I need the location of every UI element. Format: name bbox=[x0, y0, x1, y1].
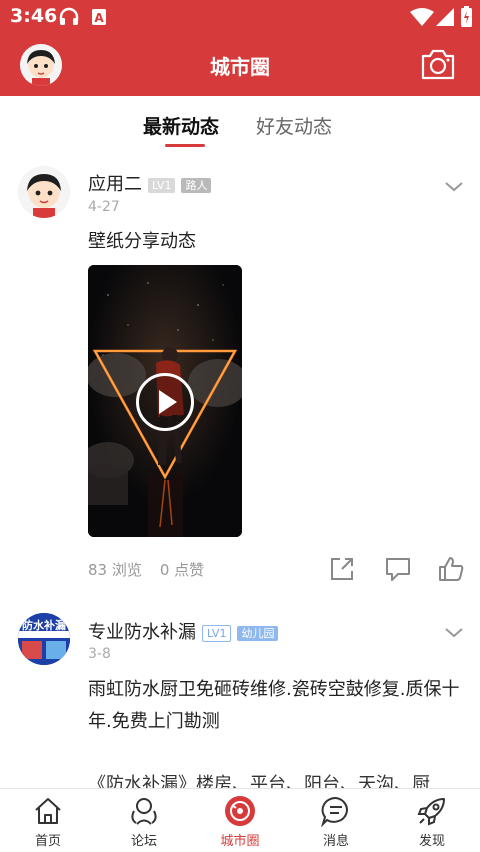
nav-forum[interactable]: 论坛 bbox=[96, 789, 192, 852]
chevron-down-icon[interactable] bbox=[444, 624, 464, 638]
tab-friends[interactable]: 好友动态 bbox=[256, 112, 332, 139]
author-name-row: 应用二 LV1 路人 bbox=[88, 170, 212, 196]
svg-text:防水补漏: 防水补漏 bbox=[22, 618, 66, 632]
nav-label: 城市圈 bbox=[220, 834, 260, 849]
title-badge: 路人 bbox=[181, 177, 212, 193]
author-name[interactable]: 专业防水补漏 bbox=[88, 622, 196, 643]
view-count: 83 浏览 bbox=[88, 561, 142, 579]
like-count: 0 点赞 bbox=[159, 561, 205, 579]
top-bar: 3:46 A 城市圈 bbox=[0, 0, 480, 96]
nav-discover[interactable]: 发现 bbox=[384, 789, 480, 852]
battery-icon bbox=[461, 6, 472, 31]
level-badge: LV1 bbox=[148, 177, 176, 193]
camera-icon[interactable] bbox=[420, 46, 456, 82]
nav-label: 消息 bbox=[322, 834, 349, 849]
active-tab-indicator bbox=[165, 144, 205, 147]
nav-messages[interactable]: 消息 bbox=[288, 789, 384, 852]
text-notification-icon: A bbox=[91, 8, 107, 30]
nav-city-circle[interactable]: 城市圈 bbox=[192, 789, 288, 852]
page-title: 城市圈 bbox=[210, 55, 270, 79]
nav-home[interactable]: 首页 bbox=[0, 789, 96, 852]
post-content: 雨虹防水厨卫免砸砖维修.瓷砖空鼓修复.质保十年.免费上门勘测 bbox=[88, 679, 460, 732]
nav-label: 发现 bbox=[418, 834, 445, 849]
app-bar: 城市圈 bbox=[0, 34, 480, 96]
post-content: 壁纸分享动态 bbox=[88, 231, 196, 252]
status-bar: 3:46 A bbox=[0, 0, 480, 34]
play-button[interactable] bbox=[136, 373, 194, 431]
author-name-row: 专业防水补漏 LV1 幼儿园 bbox=[88, 618, 279, 644]
status-time: 3:46 bbox=[10, 5, 58, 27]
video-thumbnail[interactable] bbox=[88, 265, 242, 537]
home-icon bbox=[35, 798, 61, 824]
share-icon[interactable] bbox=[328, 555, 356, 583]
nav-label: 论坛 bbox=[130, 834, 157, 849]
message-icon bbox=[321, 796, 348, 827]
city-circle-icon bbox=[225, 796, 255, 826]
post-date: 4-27 bbox=[88, 199, 120, 215]
level-badge: LV1 bbox=[202, 624, 232, 642]
rocket-icon bbox=[417, 798, 445, 826]
bottom-nav: 首页 论坛 城市圈 消息 发现 bbox=[0, 788, 480, 852]
tab-latest[interactable]: 最新动态 bbox=[143, 112, 219, 139]
like-icon[interactable] bbox=[437, 555, 465, 583]
comment-icon[interactable] bbox=[384, 555, 412, 583]
author-avatar[interactable] bbox=[18, 166, 70, 218]
nav-label: 首页 bbox=[34, 834, 61, 849]
post-stats: 83 浏览 0 点赞 bbox=[88, 559, 222, 580]
author-name[interactable]: 应用二 bbox=[88, 174, 142, 195]
chevron-down-icon[interactable] bbox=[444, 178, 464, 192]
signal-icon bbox=[436, 8, 454, 30]
forum-icon bbox=[131, 798, 157, 825]
headphones-icon bbox=[58, 7, 80, 31]
post-date: 3-8 bbox=[88, 646, 111, 662]
title-badge: 幼儿园 bbox=[237, 625, 279, 641]
svg-text:A: A bbox=[94, 11, 104, 25]
feed-tabs: 最新动态 好友动态 bbox=[0, 96, 480, 154]
author-avatar[interactable]: 防水补漏 bbox=[18, 613, 70, 665]
wifi-icon bbox=[410, 8, 434, 30]
